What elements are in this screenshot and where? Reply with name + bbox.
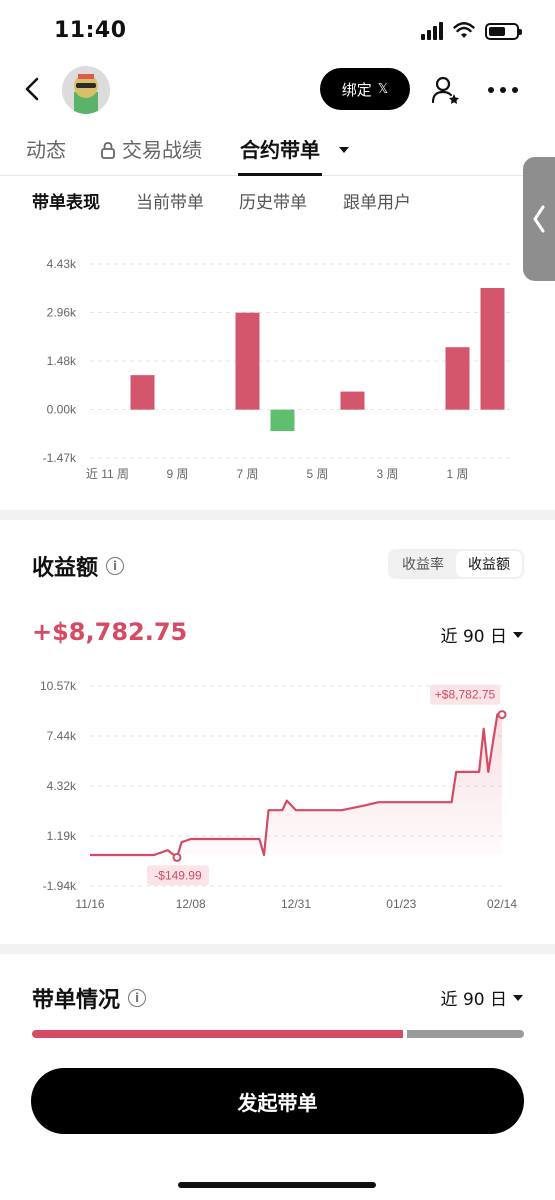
copy-status-period-label: 近 90 日: [440, 990, 507, 1010]
metric-toggle: 收益率 收益额: [388, 549, 524, 579]
bar: [130, 375, 155, 410]
bar: [270, 409, 295, 432]
tab-trade-record[interactable]: 交易战绩: [100, 134, 202, 163]
subtab-history[interactable]: 历史带单: [239, 188, 307, 213]
sub-tabs: 带单表现 当前带单 历史带单 跟单用户: [0, 176, 555, 222]
main-tabs: 动态 交易战绩 合约带单: [0, 120, 555, 176]
earnings-title-label: 收益额: [32, 556, 99, 581]
progress-negative: [407, 1030, 524, 1038]
follow-user-icon[interactable]: [430, 74, 462, 106]
chevron-left-icon: [533, 205, 545, 233]
info-icon[interactable]: i: [106, 557, 125, 575]
progress-positive: [32, 1030, 404, 1038]
y-tick-label: 7.44k: [47, 729, 77, 743]
subtab-performance[interactable]: 带单表现: [32, 188, 100, 213]
earnings-title: 收益额 i: [32, 550, 125, 582]
earnings-period-select[interactable]: 近 90 日: [441, 622, 523, 647]
min-annotation: -$149.99: [154, 868, 202, 882]
y-tick-label: 4.32k: [47, 779, 77, 793]
earnings-value: +$8,782.75: [32, 618, 188, 646]
toggle-rate[interactable]: 收益率: [390, 551, 456, 577]
chevron-down-icon: [513, 631, 523, 638]
chevron-down-icon: [338, 147, 349, 153]
y-tick-label: 4.43k: [47, 257, 77, 271]
x-tick-label: 近 11 周: [86, 467, 129, 481]
copy-status-progress: [32, 1030, 524, 1038]
profile-header: 绑定 𝕏: [0, 62, 555, 120]
more-icon[interactable]: [488, 87, 518, 93]
signal-icon: [421, 22, 443, 40]
bind-label: 绑定: [341, 80, 372, 99]
back-icon[interactable]: [18, 74, 48, 104]
lock-icon: [101, 142, 115, 159]
area-fill: [90, 714, 502, 858]
home-indicator: [178, 1182, 376, 1188]
status-time: 11:40: [54, 18, 127, 43]
x-tick-label: 12/31: [281, 897, 311, 911]
y-tick-label: 10.57k: [40, 679, 77, 693]
wifi-icon: [453, 22, 475, 38]
section-divider: [0, 510, 555, 520]
x-tick-label: 02/14: [487, 897, 517, 911]
tab-trade-record-label: 交易战绩: [122, 138, 202, 162]
x-tick-label: 12/08: [176, 897, 206, 911]
earnings-area-chart: 10.57k 7.44k 4.32k 1.19k -1.94k 11/16 12/08 12/…: [40, 679, 517, 911]
x-tick-label: 11/16: [75, 897, 104, 911]
bind-x-button[interactable]: 绑定 𝕏: [320, 68, 410, 110]
x-tick-label: 01/23: [386, 897, 416, 911]
tab-contract-copy-label: 合约带单: [240, 138, 320, 162]
y-tick-label: 2.96k: [47, 306, 77, 320]
avatar[interactable]: [62, 66, 110, 114]
x-tick-label: 7 周: [236, 467, 258, 481]
toggle-amount[interactable]: 收益额: [456, 551, 522, 577]
x-logo-icon: 𝕏: [377, 81, 389, 97]
battery-icon: [485, 22, 522, 40]
status-icons: [421, 22, 522, 40]
x-tick-label: 5 周: [306, 467, 328, 481]
subtab-followers[interactable]: 跟单用户: [343, 188, 411, 213]
min-point: [172, 852, 182, 862]
section-divider: [0, 944, 555, 954]
copy-status-title: 带单情况 i: [32, 982, 147, 1014]
max-point: [497, 710, 507, 720]
avatar-image: [62, 66, 110, 114]
x-tick-label: 1 周: [446, 467, 468, 481]
max-annotation: +$8,782.75: [435, 688, 496, 702]
x-tick-label: 3 周: [376, 467, 398, 481]
x-tick-label: 9 周: [166, 467, 188, 481]
y-tick-label: 1.48k: [47, 354, 77, 368]
subtab-current[interactable]: 当前带单: [136, 188, 204, 213]
status-bar: 11:40: [0, 0, 555, 62]
y-tick-label: -1.47k: [43, 451, 77, 465]
tab-contract-copy[interactable]: 合约带单: [240, 134, 349, 163]
copy-status-title-label: 带单情况: [32, 988, 121, 1013]
y-tick-label: 0.00k: [47, 403, 77, 417]
start-copy-trading-button[interactable]: 发起带单: [31, 1068, 524, 1134]
bar: [480, 288, 505, 410]
bar: [340, 391, 365, 410]
weekly-pnl-bar-chart: 4.43k 2.96k 1.48k 0.00k -1.47k 近 11 周 9 周 7 周 5 …: [43, 257, 510, 481]
y-tick-label: -1.94k: [43, 879, 77, 893]
tab-activity[interactable]: 动态: [26, 134, 66, 163]
copy-status-period-select[interactable]: 近 90 日: [441, 985, 523, 1010]
chevron-down-icon: [513, 994, 523, 1001]
info-icon[interactable]: i: [128, 989, 147, 1007]
bar: [445, 347, 470, 410]
y-tick-label: 1.19k: [47, 829, 77, 843]
bar: [235, 312, 260, 410]
earnings-period-label: 近 90 日: [440, 627, 507, 647]
